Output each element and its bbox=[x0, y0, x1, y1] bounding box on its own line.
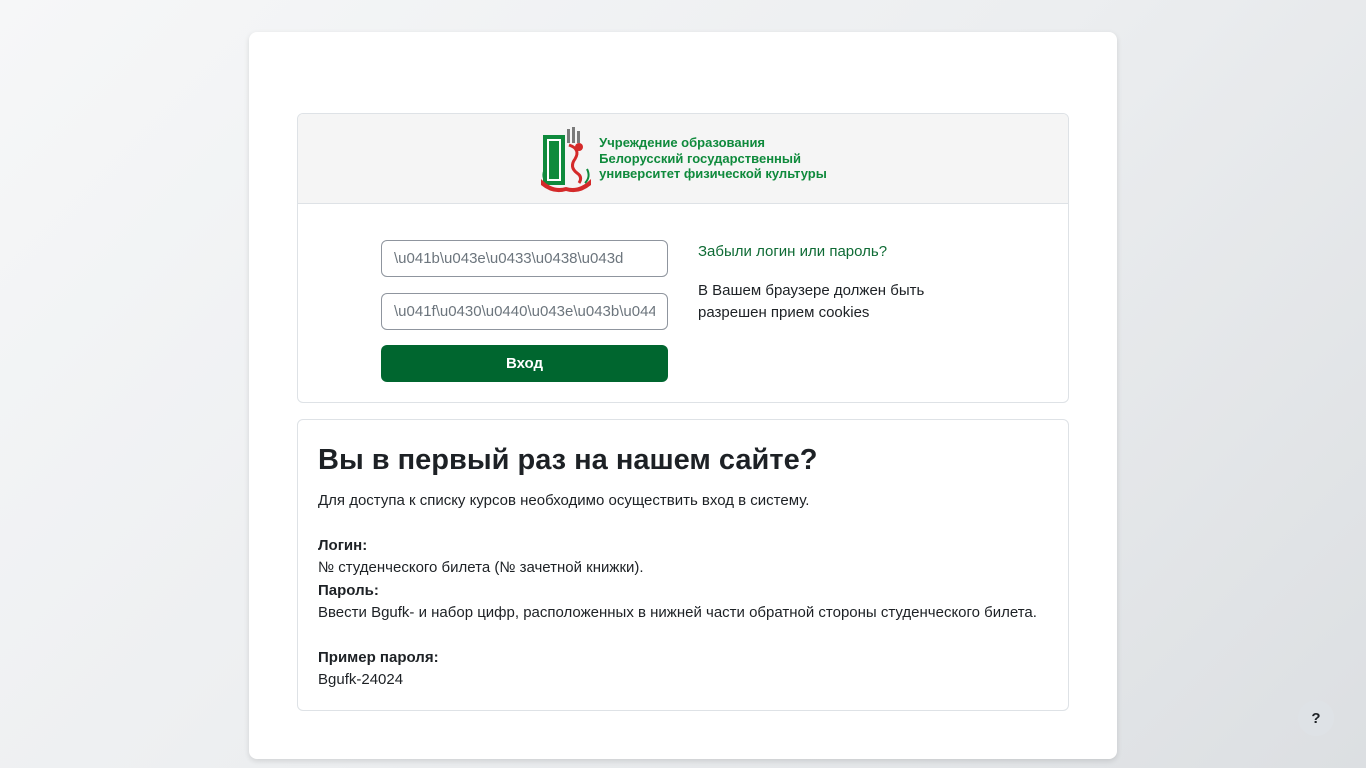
login-hint-text: № студенческого билета (№ зачетной книжк… bbox=[318, 559, 644, 576]
university-emblem-icon bbox=[541, 126, 592, 192]
login-header: Учреждение образования Белорусский госуд… bbox=[298, 114, 1068, 204]
university-name: Учреждение образования Белорусский госуд… bbox=[599, 135, 827, 182]
login-form: Вход Забыли логин или пароль? В Вашем бр… bbox=[298, 204, 1068, 402]
first-time-heading: Вы в первый раз на нашем сайте? bbox=[318, 444, 818, 476]
help-button[interactable]: ? bbox=[1298, 700, 1334, 736]
username-input[interactable] bbox=[381, 240, 668, 277]
forgot-password-link[interactable]: Забыли логин или пароль? bbox=[698, 243, 887, 260]
password-hint-text: Ввести Bgufk- и набор цифр, расположенны… bbox=[318, 604, 1037, 621]
login-button[interactable]: Вход bbox=[381, 345, 668, 382]
university-logo: Учреждение образования Белорусский госуд… bbox=[539, 125, 827, 193]
login-box: Учреждение образования Белорусский госуд… bbox=[297, 113, 1069, 403]
page-card: Учреждение образования Белорусский госуд… bbox=[249, 32, 1117, 759]
university-name-line3: университет физической культуры bbox=[599, 166, 827, 182]
password-example-value: Bgufk-24024 bbox=[318, 671, 404, 688]
password-example-label: Пример пароля: bbox=[318, 648, 439, 666]
first-time-info-box: Вы в первый раз на нашем сайте? Для дост… bbox=[297, 419, 1069, 711]
cookies-notice: В Вашем браузере должен быть разрешен пр… bbox=[698, 282, 925, 321]
password-input[interactable] bbox=[381, 293, 668, 330]
university-name-line2: Белорусский государственный bbox=[599, 150, 801, 166]
access-intro-text: Для доступа к списку курсов необходимо о… bbox=[318, 492, 810, 509]
university-name-line1: Учреждение образования bbox=[599, 135, 766, 151]
login-hint-label: Логин: bbox=[318, 536, 368, 554]
password-hint-label: Пароль: bbox=[318, 581, 379, 599]
